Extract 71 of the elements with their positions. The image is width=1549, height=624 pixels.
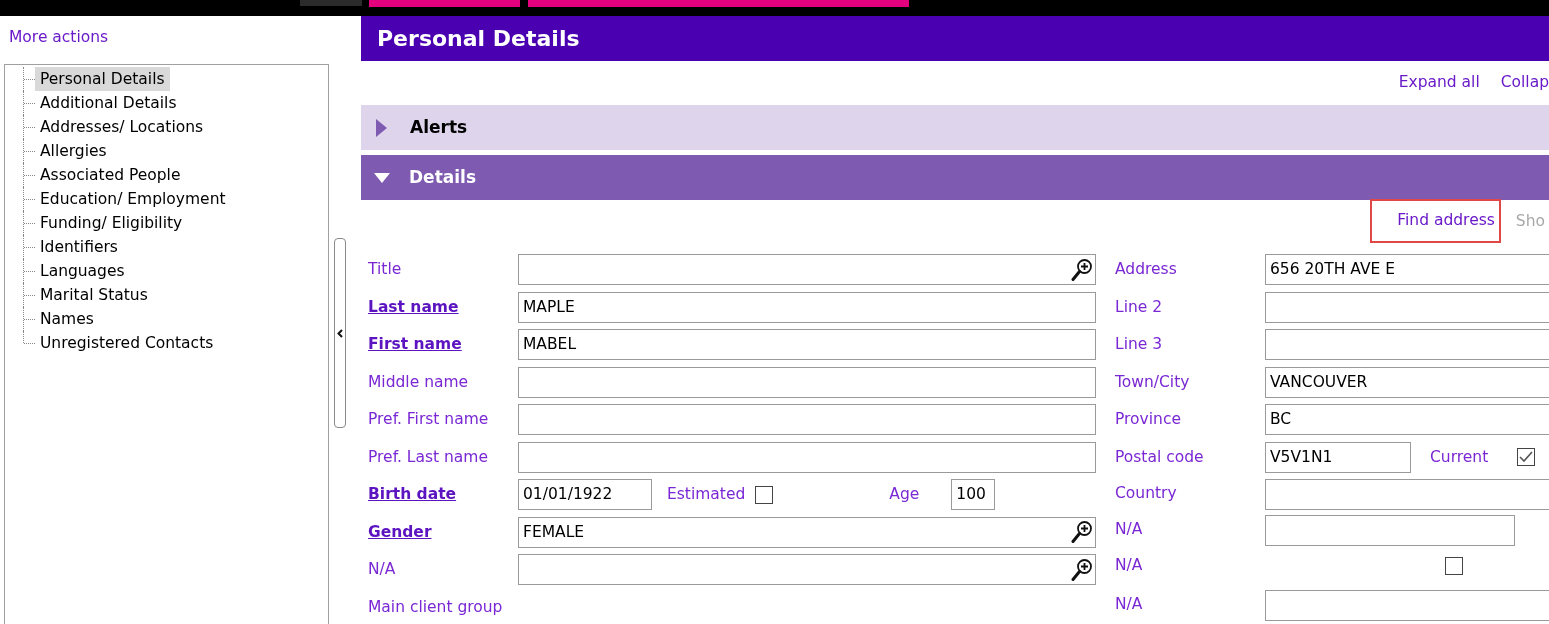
- field-label: Age: [889, 484, 920, 506]
- tree-item[interactable]: Identifiers: [35, 235, 123, 259]
- text-field[interactable]: 656 20TH AVE E: [1265, 254, 1549, 286]
- field-label: Postal code: [1115, 446, 1205, 468]
- text-field[interactable]: MABEL: [518, 329, 1096, 361]
- tree-item[interactable]: Education/ Employment: [35, 187, 231, 211]
- field-label: Province: [1115, 409, 1182, 431]
- tree-item[interactable]: Additional Details: [35, 91, 182, 115]
- section-header[interactable]: Details: [361, 155, 1549, 200]
- field-label: Last name: [368, 296, 460, 318]
- text-field[interactable]: [518, 441, 1096, 473]
- text-field[interactable]: [1265, 589, 1549, 621]
- tree-item[interactable]: Funding/ Eligibility: [35, 211, 188, 235]
- text-field[interactable]: FEMALE: [518, 516, 1096, 548]
- action-link[interactable]: Find address: [1397, 209, 1495, 233]
- field-label: Gender: [368, 521, 433, 543]
- more-actions-link[interactable]: More actions: [9, 26, 109, 50]
- text-field[interactable]: BC: [1265, 404, 1549, 436]
- field-label: Country: [1115, 483, 1178, 505]
- tree-item[interactable]: Associated People: [35, 163, 186, 187]
- field-label: Line 3: [1115, 334, 1164, 356]
- tree-item[interactable]: Languages: [35, 259, 130, 283]
- text-field[interactable]: [1265, 291, 1549, 323]
- field-label: Main client group: [368, 596, 504, 618]
- field-label: Pref. Last name: [368, 446, 489, 468]
- collapse-handle[interactable]: [334, 238, 346, 428]
- field-label: N/A: [368, 559, 397, 581]
- chevron-left-icon: [337, 328, 343, 338]
- tree-item[interactable]: Addresses/ Locations: [35, 115, 209, 139]
- field-label: Current: [1430, 446, 1489, 468]
- tree-item[interactable]: Allergies: [35, 139, 112, 163]
- section-header[interactable]: Alerts: [361, 105, 1549, 150]
- text-field[interactable]: [518, 254, 1096, 286]
- page-title: Personal Details: [377, 25, 580, 53]
- field-label: Line 2: [1115, 296, 1164, 318]
- text-field[interactable]: [518, 554, 1096, 586]
- checkbox[interactable]: [1517, 448, 1536, 467]
- zoom-in-icon[interactable]: [1071, 257, 1093, 282]
- checkbox[interactable]: [1445, 557, 1463, 575]
- text-field[interactable]: [1265, 514, 1515, 546]
- field-label: Pref. First name: [368, 409, 490, 431]
- zoom-in-icon[interactable]: [1071, 520, 1093, 545]
- field-label: Birth date: [368, 484, 458, 506]
- tree-item[interactable]: Unregistered Contacts: [35, 331, 219, 355]
- field-label: N/A: [1115, 519, 1144, 541]
- header-link[interactable]: Expand all: [1398, 71, 1480, 95]
- header-link[interactable]: Collap: [1500, 71, 1549, 95]
- checkbox[interactable]: [755, 485, 774, 504]
- text-field[interactable]: V5V1N1: [1265, 441, 1411, 473]
- tree-item[interactable]: Names: [35, 307, 99, 331]
- text-field[interactable]: 100: [951, 479, 996, 511]
- field-label: Address: [1115, 259, 1178, 281]
- text-field[interactable]: VANCOUVER: [1265, 366, 1549, 398]
- field-label: N/A: [1115, 594, 1144, 616]
- field-label: Estimated: [667, 484, 746, 506]
- field-label: Title: [368, 259, 403, 281]
- text-field[interactable]: MAPLE: [518, 291, 1096, 323]
- caret-down-icon: [374, 172, 390, 183]
- field-label: N/A: [1115, 555, 1144, 577]
- text-field[interactable]: [518, 404, 1096, 436]
- zoom-in-icon[interactable]: [1071, 557, 1093, 582]
- text-field[interactable]: [518, 366, 1096, 398]
- tree-item[interactable]: Marital Status: [35, 283, 153, 307]
- field-label: Town/City: [1115, 371, 1191, 393]
- field-label: First name: [368, 334, 463, 356]
- text-field[interactable]: [1265, 329, 1549, 361]
- tree-item[interactable]: Personal Details: [35, 67, 170, 91]
- caret-right-icon: [376, 118, 387, 137]
- text-field[interactable]: 01/01/1922: [518, 479, 652, 511]
- field-label: Middle name: [368, 371, 470, 393]
- text-field[interactable]: [1265, 478, 1549, 510]
